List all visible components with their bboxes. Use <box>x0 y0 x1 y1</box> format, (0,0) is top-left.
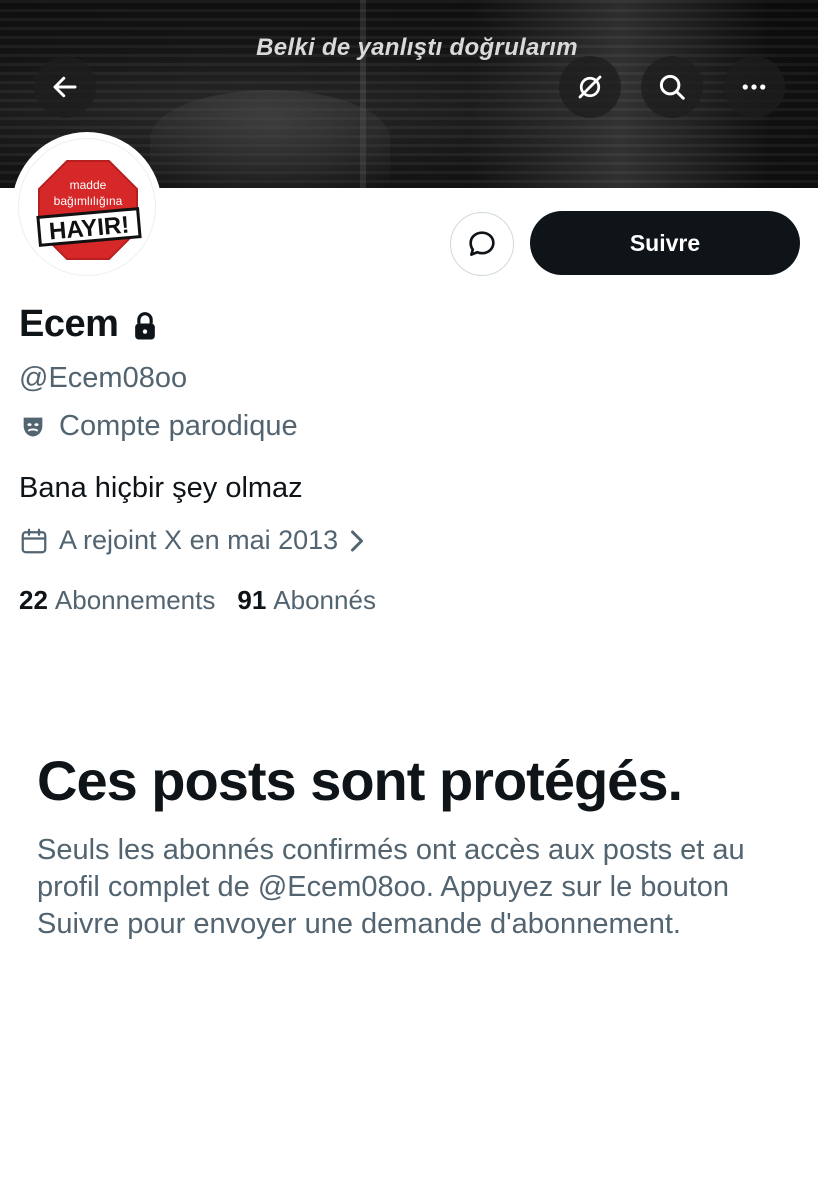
parody-label-text: Compte parodique <box>59 410 298 442</box>
more-icon <box>742 84 766 90</box>
parody-mask-icon <box>23 417 43 436</box>
protected-posts-description: Seuls les abonnés confirmés ont accès au… <box>37 834 745 940</box>
search-icon <box>659 74 685 100</box>
followers-link[interactable]: 91 Abonnés <box>237 585 376 616</box>
chevron-right-icon <box>351 530 364 551</box>
grok-button[interactable] <box>559 56 621 118</box>
follow-button[interactable]: Suivre <box>530 211 800 275</box>
calendar-icon <box>21 528 47 553</box>
joined-date-row[interactable]: A rejoint X en mai 2013 <box>19 525 366 556</box>
parody-account-label[interactable]: Compte parodique <box>19 410 298 443</box>
avatar-image: madde bağımlılığına HAYIR! <box>18 138 156 276</box>
followers-label: Abonnés <box>273 585 376 615</box>
stop-sign-logo: madde bağımlılığına HAYIR! <box>36 160 142 260</box>
message-bubble-icon <box>469 231 495 256</box>
followers-count: 91 <box>237 585 267 615</box>
avatar-text-line2: bağımlılığına <box>54 194 123 208</box>
profile-name-row: Ecem <box>19 303 160 346</box>
following-link[interactable]: 22 Abonnements <box>19 585 215 616</box>
grok-icon <box>578 75 602 99</box>
banner-caption: Belki de yanlıştı doğrularım <box>256 34 578 61</box>
banner-figure-shadow <box>150 90 390 188</box>
joined-date-text: A rejoint X en mai 2013 <box>59 525 339 555</box>
back-button[interactable] <box>34 56 96 118</box>
profile-handle: @Ecem08oo <box>19 362 188 394</box>
more-options-button[interactable] <box>723 56 785 118</box>
avatar-text-line1: madde <box>70 178 107 192</box>
lock-icon <box>135 311 156 340</box>
profile-bio: Bana hiçbir şey olmaz <box>19 472 303 504</box>
back-arrow-icon <box>53 76 77 98</box>
profile-name: Ecem <box>19 303 119 345</box>
following-count: 22 <box>19 585 48 615</box>
search-button[interactable] <box>641 56 703 118</box>
protected-posts-title: Ces posts sont protégés. <box>37 749 683 812</box>
follow-stats: 22 Abonnements 91 Abonnés <box>19 585 376 616</box>
message-button[interactable] <box>450 212 514 276</box>
avatar[interactable]: madde bağımlılığına HAYIR! <box>12 132 162 282</box>
following-label: Abonnements <box>54 585 216 615</box>
